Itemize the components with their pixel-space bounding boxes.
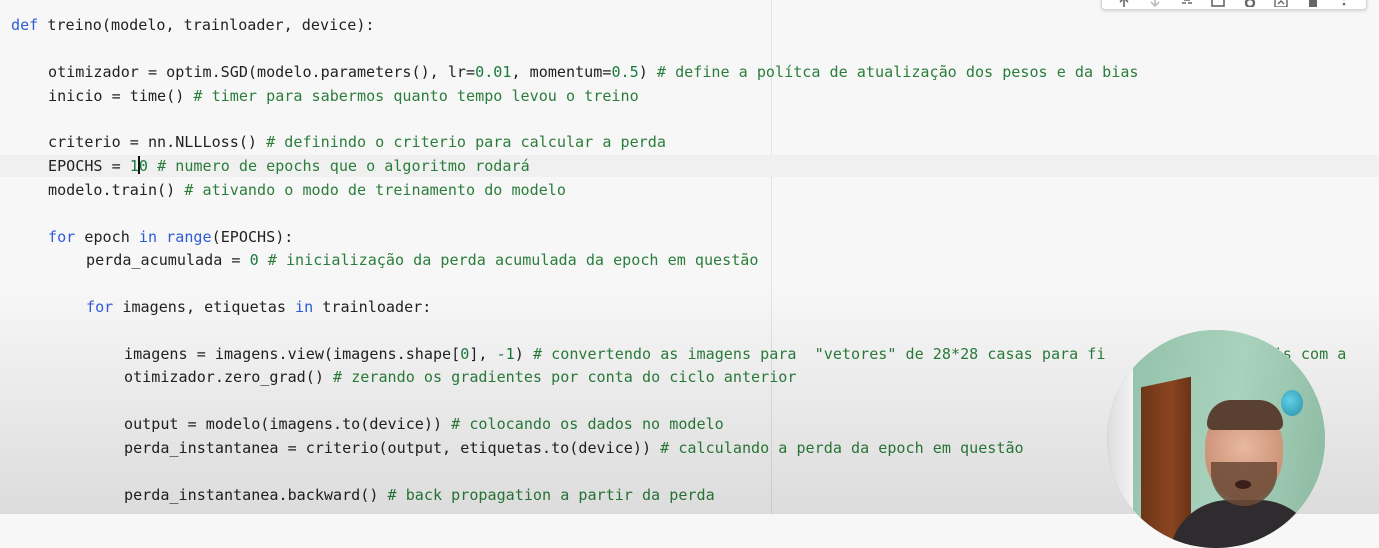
keyword: in <box>295 298 313 316</box>
delete-icon[interactable] <box>1305 0 1321 9</box>
webcam-plant <box>1281 390 1303 416</box>
code-comment: # inicialização da perda acumulada da ep… <box>268 251 759 269</box>
code-text: ) <box>639 63 657 81</box>
code-text: (modelo, trainloader, device): <box>102 16 375 34</box>
comment-icon[interactable] <box>1210 0 1226 9</box>
code-comment: # back propagation a partir da perda <box>388 486 715 504</box>
code-text: criterio = nn.NLLLoss() <box>48 133 266 151</box>
code-text: EPOCHS = <box>48 157 130 175</box>
code-line-1[interactable]: def treino(modelo, trainloader, device): <box>11 14 375 36</box>
code-comment: # colocando os dados no modelo <box>451 415 724 433</box>
code-comment: # convertendo as imagens para "vetores" … <box>533 345 1106 363</box>
presenter-mouth <box>1235 480 1251 489</box>
code-text: otimizador.zero_grad() <box>124 368 333 386</box>
number-literal: 0.5 <box>611 63 638 81</box>
code-text: perda_instantanea = criterio(output, eti… <box>124 439 660 457</box>
code-text: ], <box>469 345 496 363</box>
code-text: ) <box>515 345 533 363</box>
move-up-icon[interactable] <box>1116 0 1132 9</box>
code-comment: # definindo o criterio para calcular a p… <box>266 133 666 151</box>
code-text <box>259 251 268 269</box>
code-line-4[interactable]: criterio = nn.NLLLoss() # definindo o cr… <box>11 131 666 153</box>
code-text: epoch <box>75 228 139 246</box>
keyword: def <box>11 16 38 34</box>
code-line-14[interactable]: perda_instantanea.backward() # back prop… <box>11 484 715 506</box>
number-literal: 0 <box>139 157 148 175</box>
keyword: in <box>139 228 157 246</box>
code-text: perda_instantanea.backward() <box>124 486 388 504</box>
code-text <box>157 228 166 246</box>
code-text: imagens = imagens.view(imagens.shape[ <box>124 345 460 363</box>
code-text: , momentum= <box>511 63 611 81</box>
code-line-7[interactable]: for epoch in range(EPOCHS): <box>11 226 293 248</box>
settings-icon[interactable] <box>1242 0 1258 9</box>
code-line-12[interactable]: output = modelo(imagens.to(device)) # co… <box>11 413 724 435</box>
code-comment: # ativando o modo de treinamento do mode… <box>184 181 566 199</box>
webcam-overlay <box>1107 330 1325 548</box>
code-line-13[interactable]: perda_instantanea = criterio(output, eti… <box>11 437 1024 459</box>
number-literal: 0 <box>250 251 259 269</box>
presenter-hair <box>1207 400 1283 430</box>
code-line-9[interactable]: for imagens, etiquetas in trainloader: <box>11 296 431 318</box>
code-text: modelo.train() <box>48 181 184 199</box>
code-text: trainloader: <box>313 298 431 316</box>
code-text: perda_acumulada = <box>86 251 250 269</box>
code-comment: # numero de epochs que o algoritmo rodar… <box>157 157 530 175</box>
code-line-8[interactable]: perda_acumulada = 0 # inicialização da p… <box>11 249 758 271</box>
code-text: inicio = time() <box>48 87 193 105</box>
code-text: otimizador = optim.SGD(modelo.parameters… <box>48 63 475 81</box>
link-icon[interactable] <box>1179 0 1195 9</box>
code-line-5-current[interactable]: EPOCHS = 10 # numero de epochs que o alg… <box>0 155 1379 177</box>
code-comment: # timer para sabermos quanto tempo levou… <box>193 87 638 105</box>
code-comment: # zerando os gradientes por conta do cic… <box>333 368 796 386</box>
webcam-curtain <box>1107 330 1133 548</box>
mirror-cell-icon[interactable] <box>1273 0 1289 9</box>
code-line-2[interactable]: otimizador = optim.SGD(modelo.parameters… <box>11 61 1139 83</box>
code-line-3[interactable]: inicio = time() # timer para sabermos qu… <box>11 85 639 107</box>
number-literal: 0 <box>460 345 469 363</box>
number-literal: 0.01 <box>475 63 511 81</box>
code-text <box>38 16 47 34</box>
code-text <box>148 157 157 175</box>
code-text: output = modelo(imagens.to(device)) <box>124 415 451 433</box>
code-line-11[interactable]: otimizador.zero_grad() # zerando os grad… <box>11 366 796 388</box>
code-comment: # calculando a perda da epoch em questão <box>660 439 1024 457</box>
keyword: for <box>48 228 75 246</box>
more-icon[interactable] <box>1336 0 1352 9</box>
keyword: for <box>86 298 113 316</box>
code-comment: # define a polítca de atualização dos pe… <box>657 63 1139 81</box>
function-name: treino <box>47 16 102 34</box>
code-text: imagens, etiquetas <box>113 298 295 316</box>
code-text: (EPOCHS): <box>212 228 294 246</box>
move-down-icon[interactable] <box>1147 0 1163 9</box>
cell-toolbar <box>1101 0 1367 10</box>
code-line-6[interactable]: modelo.train() # ativando o modo de trei… <box>11 179 566 201</box>
number-literal: -1 <box>497 345 515 363</box>
builtin: range <box>166 228 211 246</box>
